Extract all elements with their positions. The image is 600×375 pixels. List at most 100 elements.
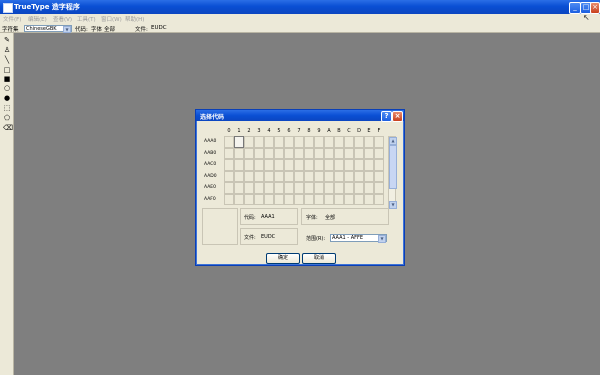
code-cell[interactable] bbox=[354, 182, 364, 194]
eraser-icon[interactable]: ⌫ bbox=[3, 124, 13, 132]
code-cell[interactable] bbox=[274, 170, 284, 182]
menu-file[interactable]: 文件(F) bbox=[3, 15, 21, 23]
code-cell[interactable] bbox=[334, 170, 344, 182]
code-cell[interactable] bbox=[294, 193, 304, 205]
brush-icon[interactable]: ♙ bbox=[3, 46, 11, 54]
code-cell[interactable] bbox=[264, 136, 274, 148]
code-cell[interactable] bbox=[234, 147, 244, 159]
code-cell[interactable] bbox=[264, 159, 274, 171]
code-cell[interactable] bbox=[244, 193, 254, 205]
code-cell[interactable] bbox=[274, 136, 284, 148]
code-cell[interactable] bbox=[244, 147, 254, 159]
code-cell[interactable] bbox=[334, 147, 344, 159]
code-cell[interactable] bbox=[304, 170, 314, 182]
dialog-close-icon[interactable]: × bbox=[392, 111, 403, 122]
help-icon[interactable]: ? bbox=[381, 111, 392, 122]
hollow-ellipse-icon[interactable]: ○ bbox=[3, 84, 11, 92]
code-cell[interactable] bbox=[284, 170, 294, 182]
code-cell[interactable] bbox=[254, 182, 264, 194]
code-cell[interactable] bbox=[274, 193, 284, 205]
code-cell[interactable] bbox=[344, 182, 354, 194]
code-cell[interactable] bbox=[284, 136, 294, 148]
code-cell[interactable] bbox=[244, 170, 254, 182]
select-rect-icon[interactable]: ⬚ bbox=[3, 104, 11, 112]
code-cell[interactable] bbox=[294, 147, 304, 159]
code-cell[interactable] bbox=[374, 170, 384, 182]
code-cell[interactable] bbox=[344, 159, 354, 171]
code-cell[interactable] bbox=[344, 170, 354, 182]
code-cell[interactable] bbox=[374, 159, 384, 171]
code-cell[interactable] bbox=[314, 159, 324, 171]
code-cell[interactable] bbox=[334, 193, 344, 205]
code-cell[interactable] bbox=[304, 147, 314, 159]
code-cell[interactable] bbox=[324, 147, 334, 159]
code-cell[interactable] bbox=[374, 147, 384, 159]
code-cell[interactable] bbox=[374, 136, 384, 148]
code-cell[interactable] bbox=[324, 193, 334, 205]
chevron-down-icon[interactable]: ▼ bbox=[63, 26, 71, 33]
code-cell[interactable] bbox=[294, 159, 304, 171]
code-cell[interactable] bbox=[254, 159, 264, 171]
code-cell[interactable] bbox=[224, 147, 234, 159]
scroll-up-icon[interactable]: ▲ bbox=[389, 137, 397, 145]
pencil-icon[interactable]: ✎ bbox=[3, 36, 11, 44]
code-cell[interactable] bbox=[284, 193, 294, 205]
range-select[interactable]: AAA1 - AFFE ▼ bbox=[330, 234, 387, 243]
code-cell[interactable] bbox=[354, 193, 364, 205]
menu-edit[interactable]: 编辑(E) bbox=[28, 15, 47, 23]
code-cell[interactable] bbox=[374, 182, 384, 194]
code-cell[interactable] bbox=[224, 159, 234, 171]
code-cell[interactable] bbox=[334, 159, 344, 171]
code-cell[interactable] bbox=[254, 136, 264, 148]
code-cell[interactable] bbox=[224, 170, 234, 182]
close-button[interactable]: × bbox=[590, 2, 600, 14]
code-cell[interactable] bbox=[304, 136, 314, 148]
code-cell[interactable] bbox=[284, 159, 294, 171]
scroll-down-icon[interactable]: ▼ bbox=[389, 201, 397, 209]
code-cell[interactable] bbox=[314, 182, 324, 194]
freeform-select-icon[interactable]: ⬠ bbox=[3, 114, 11, 122]
menu-tools[interactable]: 工具(T) bbox=[77, 15, 96, 23]
code-cell[interactable] bbox=[334, 182, 344, 194]
code-cell[interactable] bbox=[234, 136, 244, 148]
code-cell[interactable] bbox=[314, 193, 324, 205]
code-cell[interactable] bbox=[294, 170, 304, 182]
code-cell[interactable] bbox=[264, 182, 274, 194]
code-cell[interactable] bbox=[324, 170, 334, 182]
code-cell[interactable] bbox=[274, 147, 284, 159]
code-cell[interactable] bbox=[364, 159, 374, 171]
code-cell[interactable] bbox=[344, 193, 354, 205]
code-cell[interactable] bbox=[374, 193, 384, 205]
code-cell[interactable] bbox=[234, 182, 244, 194]
code-cell[interactable] bbox=[234, 170, 244, 182]
code-cell[interactable] bbox=[294, 182, 304, 194]
grid-scrollbar[interactable]: ▲ ▼ bbox=[388, 136, 397, 209]
code-cell[interactable] bbox=[224, 182, 234, 194]
code-cell[interactable] bbox=[364, 147, 374, 159]
charset-select[interactable]: ChineseGBK ▼ bbox=[24, 25, 72, 33]
code-cell[interactable] bbox=[354, 136, 364, 148]
cancel-button[interactable]: 取消 bbox=[302, 253, 336, 264]
code-cell[interactable] bbox=[234, 159, 244, 171]
code-cell[interactable] bbox=[244, 159, 254, 171]
code-cell[interactable] bbox=[244, 182, 254, 194]
menu-view[interactable]: 查看(V) bbox=[53, 15, 72, 23]
line-icon[interactable]: ╲ bbox=[3, 56, 11, 64]
code-cell[interactable] bbox=[284, 147, 294, 159]
code-cell[interactable] bbox=[364, 193, 374, 205]
code-cell[interactable] bbox=[224, 136, 234, 148]
ok-button[interactable]: 确定 bbox=[266, 253, 300, 264]
code-cell[interactable] bbox=[334, 136, 344, 148]
code-cell[interactable] bbox=[344, 147, 354, 159]
code-cell[interactable] bbox=[364, 170, 374, 182]
menu-help[interactable]: 帮助(H) bbox=[125, 15, 144, 23]
code-cell[interactable] bbox=[304, 182, 314, 194]
code-cell[interactable] bbox=[314, 170, 324, 182]
code-cell[interactable] bbox=[324, 182, 334, 194]
code-cell[interactable] bbox=[244, 136, 254, 148]
code-cell[interactable] bbox=[274, 182, 284, 194]
code-cell[interactable] bbox=[304, 159, 314, 171]
code-cell[interactable] bbox=[254, 170, 264, 182]
chevron-down-icon[interactable]: ▼ bbox=[378, 235, 386, 243]
code-cell[interactable] bbox=[354, 159, 364, 171]
